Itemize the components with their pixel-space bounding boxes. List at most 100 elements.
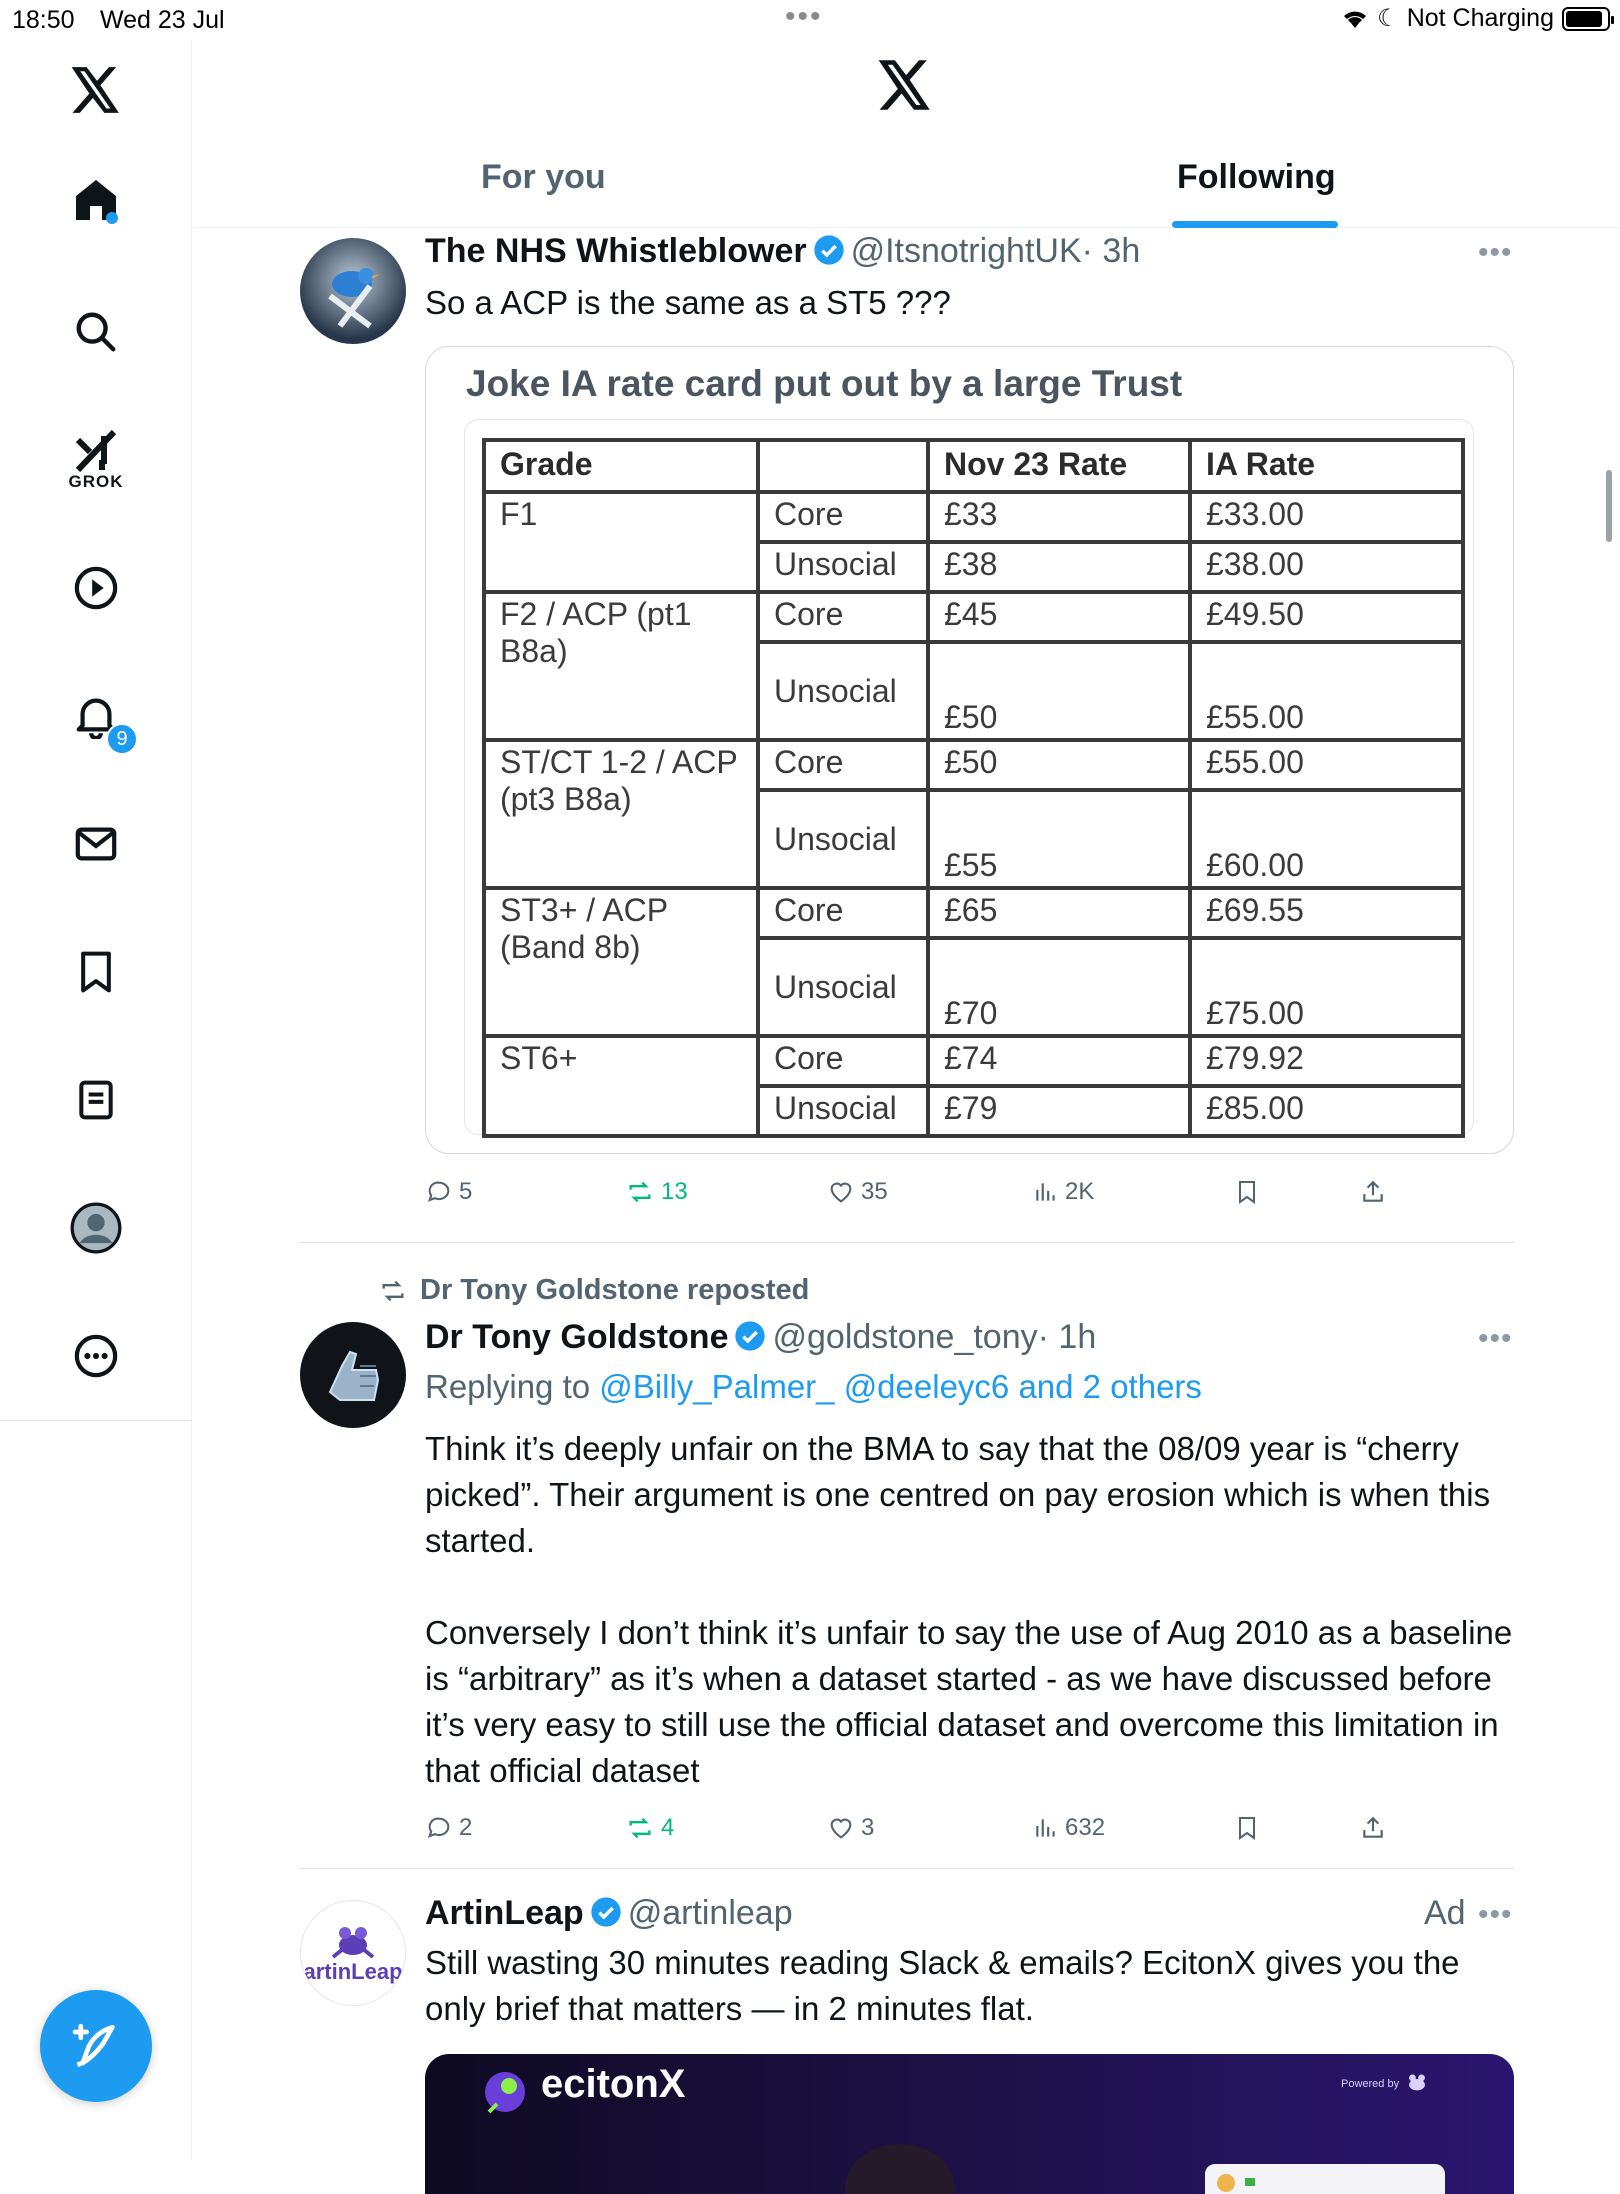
- ia-rate-cell: £85.00: [1188, 1084, 1465, 1138]
- views-button[interactable]: 632: [1033, 1814, 1105, 1842]
- table-row: F2 / ACP (pt1 B8a) Core £45 £49.50: [482, 590, 1465, 742]
- nov23-rate-cell: £50: [926, 640, 1192, 742]
- repost-icon: [629, 1817, 651, 1839]
- grade-cell: F2 / ACP (pt1 B8a): [482, 590, 760, 742]
- author-name[interactable]: The NHS Whistleblower: [425, 232, 807, 270]
- bookmark-button[interactable]: [1235, 1178, 1259, 1206]
- verified-badge-icon: [813, 235, 844, 265]
- repost-icon: [629, 1181, 651, 1203]
- sidebar: GROK 9: [0, 40, 192, 2160]
- status-bar: 18:50 Wed 23 Jul ••• ☾ Not Charging: [0, 0, 1620, 40]
- post-author-line: The NHS Whistleblower @ItsnotrightUK· 3h: [425, 232, 1140, 271]
- author-handle[interactable]: @goldstone_tony: [772, 1318, 1037, 1356]
- share-button[interactable]: [1360, 1178, 1386, 1206]
- author-handle[interactable]: @artinleap: [628, 1894, 793, 1932]
- views-button[interactable]: 2K: [1033, 1178, 1094, 1206]
- more-icon[interactable]: [60, 1320, 132, 1392]
- verified-badge-icon: [735, 1321, 766, 1351]
- rate-type-cell: Unsocial: [756, 788, 930, 890]
- video-icon[interactable]: [60, 552, 132, 624]
- replying-prefix: Replying to: [425, 1368, 591, 1405]
- active-tab-indicator: [1172, 221, 1338, 228]
- avatar-tony-goldstone[interactable]: [300, 1322, 406, 1428]
- quoted-image-card[interactable]: Joke IA rate card put out by a large Tru…: [425, 346, 1514, 1154]
- post-time[interactable]: · 1h: [1038, 1318, 1097, 1356]
- author-handle[interactable]: @ItsnotrightUK: [851, 232, 1082, 270]
- reply-button[interactable]: 5: [425, 1178, 472, 1206]
- grok-label: GROK: [68, 472, 124, 491]
- views-chart-icon: [1036, 1183, 1055, 1201]
- author-name[interactable]: Dr Tony Goldstone: [425, 1318, 728, 1356]
- verified-badge-icon: [591, 1897, 621, 1927]
- ad-powered-by: Powered by: [1341, 2078, 1400, 2090]
- bookmark-button[interactable]: [1235, 1814, 1259, 1842]
- repost-button[interactable]: 4: [625, 1814, 674, 1842]
- nov23-rate-cell: £55: [926, 788, 1192, 890]
- reply-count: 2: [459, 1814, 473, 1841]
- home-icon[interactable]: [60, 164, 132, 236]
- table-header-cell: [756, 438, 930, 494]
- post-more-icon[interactable]: •••: [1478, 1322, 1513, 1356]
- share-icon: [1363, 1180, 1383, 1202]
- ia-rate-cell: £60.00: [1188, 788, 1465, 890]
- ia-rate-cell: £75.00: [1188, 936, 1465, 1038]
- replying-to-links[interactable]: @Billy_Palmer_ @deeleyc6 and 2 others: [599, 1368, 1202, 1405]
- x-logo-icon[interactable]: [60, 54, 132, 126]
- reply-count: 5: [459, 1178, 473, 1205]
- grok-icon[interactable]: GROK: [60, 424, 132, 496]
- post-author-line: Dr Tony Goldstone @goldstone_tony· 1h: [425, 1318, 1096, 1357]
- heart-icon: [830, 1182, 852, 1203]
- table-header-row: Grade Nov 23 Rate IA Rate: [482, 438, 1465, 494]
- notifications-badge: 9: [106, 723, 138, 755]
- share-button[interactable]: [1360, 1814, 1386, 1842]
- repost-small-icon: [382, 1280, 404, 1301]
- messages-icon[interactable]: [60, 808, 132, 880]
- avatar-artinleap[interactable]: artinLeap: [300, 1900, 406, 2006]
- lists-icon[interactable]: [60, 1064, 132, 1136]
- like-button[interactable]: 35: [827, 1178, 888, 1206]
- multitask-dots-icon[interactable]: •••: [785, 0, 823, 34]
- ad-brand-text: ecitonX: [541, 2062, 686, 2106]
- table-header-cell: Grade: [482, 438, 760, 494]
- rate-table: Grade Nov 23 Rate IA Rate F1 Core £33 £33.00 Un…: [482, 438, 1465, 1138]
- post-actions: 2 4 3 632: [425, 1808, 1515, 1848]
- rate-type-cell: Core: [756, 590, 930, 644]
- post-text-paragraph-1: Think it’s deeply unfair on the BMA to s…: [425, 1430, 1491, 1559]
- tab-for-you[interactable]: For you: [481, 158, 606, 197]
- ad-small-frog-icon: [1409, 2074, 1425, 2091]
- compose-post-button[interactable]: [40, 1990, 152, 2102]
- post-more-icon[interactable]: •••: [1478, 1898, 1513, 1932]
- ad-image[interactable]: ecitonX Powered by: [425, 2054, 1514, 2194]
- reply-button[interactable]: 2: [425, 1814, 472, 1842]
- sidebar-divider: [0, 1420, 192, 1421]
- nov23-rate-cell: £50: [926, 738, 1192, 792]
- ia-rate-cell: £69.55: [1188, 886, 1465, 940]
- bookmark-icon: [1239, 1817, 1255, 1840]
- repost-button[interactable]: 13: [625, 1178, 688, 1206]
- rate-type-cell: Unsocial: [756, 640, 930, 742]
- avatar-nhs-whistleblower[interactable]: [300, 238, 406, 344]
- repost-label[interactable]: Dr Tony Goldstone reposted: [420, 1274, 809, 1307]
- profile-avatar-icon[interactable]: [60, 1192, 132, 1264]
- header-x-logo-icon[interactable]: [878, 60, 932, 115]
- post-more-icon[interactable]: •••: [1478, 236, 1513, 270]
- repost-count: 13: [661, 1178, 688, 1205]
- repost-header: Dr Tony Goldstone reposted: [376, 1274, 809, 1307]
- tab-following[interactable]: Following: [1177, 158, 1336, 197]
- nov23-rate-cell: £65: [926, 886, 1192, 940]
- frog-logo-icon: [331, 1927, 375, 1959]
- nov23-rate-cell: £70: [926, 936, 1192, 1038]
- bookmarks-icon[interactable]: [60, 936, 132, 1008]
- scrollbar-thumb[interactable]: [1606, 470, 1612, 542]
- share-icon: [1363, 1816, 1383, 1838]
- search-icon[interactable]: [60, 296, 132, 368]
- like-count: 35: [861, 1178, 888, 1205]
- rate-type-cell: Unsocial: [756, 540, 930, 594]
- reply-icon: [427, 1181, 450, 1202]
- post-time[interactable]: · 3h: [1082, 232, 1141, 270]
- like-button[interactable]: 3: [827, 1814, 874, 1842]
- nov23-rate-cell: £38: [926, 540, 1192, 594]
- ia-rate-cell: £49.50: [1188, 590, 1465, 644]
- like-count: 3: [861, 1814, 875, 1841]
- author-name[interactable]: ArtinLeap: [425, 1894, 584, 1932]
